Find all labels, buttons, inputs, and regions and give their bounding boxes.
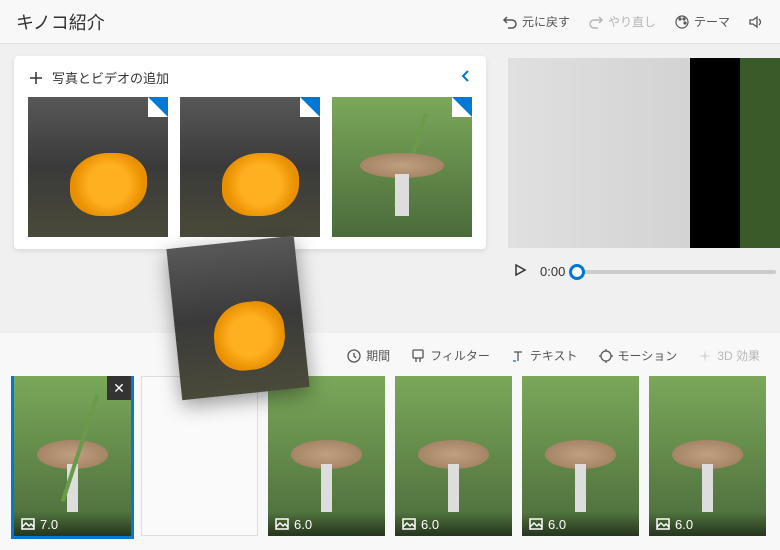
image-icon — [401, 516, 417, 532]
slider-thumb[interactable] — [569, 264, 585, 280]
storyboard-strip[interactable]: ✕ 7.0 6.0 6.0 6.0 6.0 — [0, 376, 780, 550]
storyboard-clip[interactable]: ✕ 7.0 — [14, 376, 131, 536]
storyboard-clip[interactable]: 6.0 — [649, 376, 766, 536]
clip-duration-badge: 6.0 — [268, 512, 385, 536]
image-icon — [655, 516, 671, 532]
motion-button[interactable]: モーション — [598, 347, 678, 364]
clip-duration-badge: 7.0 — [14, 512, 131, 536]
sparkle-icon — [697, 348, 713, 364]
add-media-button[interactable]: 写真とビデオの追加 — [28, 68, 472, 87]
filter-button[interactable]: フィルター — [410, 347, 490, 364]
library-thumb[interactable] — [180, 97, 320, 237]
media-library: 写真とビデオの追加 — [14, 56, 486, 249]
storyboard-clip[interactable]: 6.0 — [395, 376, 512, 536]
image-icon — [20, 516, 36, 532]
remove-clip-button[interactable]: ✕ — [107, 376, 131, 400]
project-title: キノコ紹介 — [16, 9, 105, 35]
3d-effects-button[interactable]: 3D 効果 — [697, 347, 760, 364]
undo-icon — [502, 14, 518, 30]
image-icon — [528, 516, 544, 532]
timeline-slider[interactable] — [577, 270, 776, 274]
image-icon — [274, 516, 290, 532]
play-button[interactable] — [512, 262, 528, 281]
player-controls: 0:00 — [508, 262, 780, 281]
redo-button[interactable]: やり直し — [588, 13, 656, 30]
play-icon — [512, 262, 528, 278]
text-icon — [510, 348, 526, 364]
filter-icon — [410, 348, 426, 364]
clip-edit-toolbar: 期間 フィルター テキスト モーション 3D 効果 — [0, 341, 780, 376]
text-button[interactable]: テキスト — [510, 347, 578, 364]
clip-duration-badge: 6.0 — [522, 512, 639, 536]
library-thumbnails — [28, 97, 472, 237]
clip-duration-badge: 6.0 — [649, 512, 766, 536]
storyboard-clip[interactable]: 6.0 — [268, 376, 385, 536]
motion-icon — [598, 348, 614, 364]
duration-button[interactable]: 期間 — [346, 347, 390, 364]
plus-icon — [28, 70, 44, 86]
storyboard-clip[interactable]: 6.0 — [522, 376, 639, 536]
clip-duration-badge: 6.0 — [395, 512, 512, 536]
storyboard-section: 期間 フィルター テキスト モーション 3D 効果 ✕ 7.0 6.0 6.0 6.0 6… — [0, 333, 780, 550]
undo-button[interactable]: 元に戻す — [502, 13, 570, 30]
chevron-left-icon[interactable] — [458, 68, 474, 84]
palette-icon — [674, 14, 690, 30]
clock-icon — [346, 348, 362, 364]
preview-viewport — [508, 58, 780, 248]
speaker-icon[interactable] — [748, 14, 764, 30]
library-thumb[interactable] — [332, 97, 472, 237]
app-header: キノコ紹介 元に戻す やり直し テーマ — [0, 0, 780, 44]
clip-drop-placeholder[interactable] — [141, 376, 258, 536]
playhead-time: 0:00 — [540, 264, 565, 279]
header-toolbar: 元に戻す やり直し テーマ — [502, 13, 764, 30]
library-thumb[interactable] — [28, 97, 168, 237]
redo-icon — [588, 14, 604, 30]
drag-ghost — [166, 236, 309, 401]
theme-button[interactable]: テーマ — [674, 13, 730, 30]
